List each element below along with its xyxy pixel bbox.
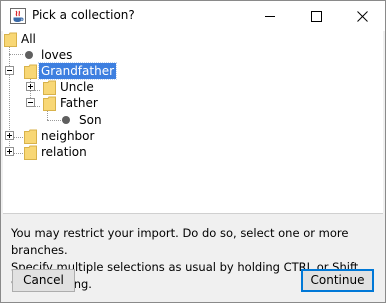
tree-node-son[interactable]: Son xyxy=(3,111,123,127)
tree-node-label: relation xyxy=(41,145,87,159)
tree-node-loves[interactable]: loves xyxy=(3,47,123,63)
tree-node-label: Grandfather xyxy=(37,62,118,80)
minimize-button[interactable] xyxy=(247,1,293,31)
tree-node-label: loves xyxy=(41,48,73,62)
title-bar[interactable]: Pick a collection? xyxy=(1,1,385,31)
folder-icon xyxy=(4,32,17,47)
collapse-toggle[interactable] xyxy=(5,66,14,75)
java-app-icon xyxy=(10,8,26,24)
continue-button[interactable]: Continue xyxy=(301,269,374,292)
tree-node-label: Son xyxy=(79,113,102,127)
folder-icon xyxy=(24,129,37,144)
maximize-icon xyxy=(311,11,322,22)
collection-tree[interactable]: All loves Grandfather Uncle Father Son n… xyxy=(3,31,383,213)
pick-collection-dialog: Pick a collection? All loves Grandfather… xyxy=(0,0,386,303)
close-button[interactable] xyxy=(339,1,385,31)
leaf-icon xyxy=(62,116,70,124)
divider xyxy=(3,213,383,214)
minimize-icon xyxy=(265,16,275,17)
tree-node-uncle[interactable]: Uncle xyxy=(3,79,123,95)
cancel-button[interactable]: Cancel xyxy=(12,269,75,292)
tree-node-all[interactable]: All xyxy=(3,31,123,47)
folder-icon xyxy=(24,64,37,79)
window-title: Pick a collection? xyxy=(32,8,135,22)
tree-node-grandfather[interactable]: Grandfather xyxy=(3,62,123,80)
tree-node-neighbor[interactable]: neighbor xyxy=(3,128,123,144)
tree-node-label: neighbor xyxy=(41,129,95,143)
expand-toggle[interactable] xyxy=(5,131,14,140)
tree-node-label: Uncle xyxy=(60,80,94,94)
folder-icon xyxy=(43,96,56,111)
expand-toggle[interactable] xyxy=(5,147,14,156)
tree-node-label: Father xyxy=(60,96,98,110)
maximize-button[interactable] xyxy=(293,1,339,31)
close-icon xyxy=(357,11,368,22)
tree-node-relation[interactable]: relation xyxy=(3,144,123,160)
leaf-icon xyxy=(25,51,33,59)
tree-node-father[interactable]: Father xyxy=(3,95,123,111)
collapse-toggle[interactable] xyxy=(26,98,35,107)
instructions-line-1: You may restrict your import. Do do so, … xyxy=(11,226,349,257)
expand-toggle[interactable] xyxy=(26,82,35,91)
tree-node-label: All xyxy=(21,32,36,46)
folder-icon xyxy=(24,145,37,160)
folder-icon xyxy=(43,80,56,95)
